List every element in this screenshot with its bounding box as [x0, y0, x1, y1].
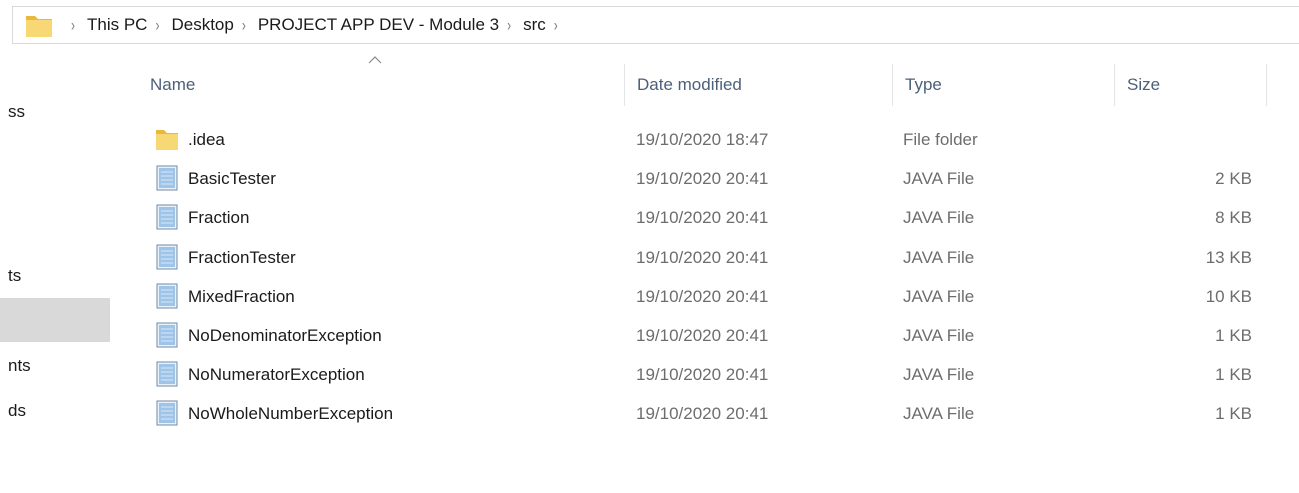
- file-date-modified: 19/10/2020 20:41: [636, 247, 769, 267]
- column-header-name[interactable]: Name: [138, 64, 625, 106]
- java-file-icon: [154, 283, 180, 309]
- file-date-modified: 19/10/2020 20:41: [636, 404, 769, 424]
- file-name: NoWholeNumberException: [188, 404, 394, 424]
- column-header-type[interactable]: Type: [893, 64, 1115, 106]
- file-row[interactable]: NoNumeratorException 19/10/2020 20:41 JAVA…: [118, 355, 1299, 394]
- file-row[interactable]: .idea 19/10/2020 18:47 File folder: [118, 120, 1299, 159]
- folder-icon: [25, 12, 53, 38]
- file-row[interactable]: MixedFraction 19/10/2020 20:41 JAVA File 10…: [118, 277, 1299, 316]
- file-type: JAVA File: [903, 247, 975, 267]
- file-size: 10 KB: [1205, 286, 1252, 306]
- file-type: JAVA File: [903, 404, 975, 424]
- chevron-right-icon[interactable]: ›: [155, 15, 159, 35]
- file-date-modified: 19/10/2020 20:41: [636, 286, 769, 306]
- file-explorer-window: › This PC › Desktop › PROJECT APP DEV - …: [0, 0, 1299, 493]
- file-row[interactable]: BasicTester 19/10/2020 20:41 JAVA File 2 KB: [118, 159, 1299, 198]
- nav-item[interactable]: nts: [0, 346, 110, 386]
- nav-item[interactable]: ss: [0, 92, 110, 132]
- breadcrumb-project-folder[interactable]: PROJECT APP DEV - Module 3: [258, 15, 499, 35]
- sort-ascending-icon: [368, 52, 382, 64]
- file-name: Fraction: [188, 208, 250, 228]
- file-size: 1 KB: [1215, 365, 1252, 385]
- address-bar[interactable]: › This PC › Desktop › PROJECT APP DEV - …: [12, 6, 1299, 44]
- file-date-modified: 19/10/2020 20:41: [636, 365, 769, 385]
- column-header-row: Name Date modified Type Size: [118, 64, 1299, 106]
- file-row[interactable]: Fraction 19/10/2020 20:41 JAVA File 8 KB: [118, 198, 1299, 237]
- column-header-date-modified[interactable]: Date modified: [625, 64, 893, 106]
- nav-item[interactable]: ts: [0, 256, 110, 296]
- file-date-modified: 19/10/2020 20:41: [636, 169, 769, 189]
- file-row[interactable]: NoWholeNumberException 19/10/2020 20:41 JA…: [118, 394, 1299, 433]
- java-file-icon: [154, 204, 180, 230]
- file-size: 1 KB: [1215, 404, 1252, 424]
- file-name: .idea: [188, 130, 225, 149]
- breadcrumb-src[interactable]: src: [523, 15, 546, 35]
- breadcrumb-this-pc[interactable]: This PC: [87, 15, 147, 35]
- file-date-modified: 19/10/2020 20:41: [636, 208, 769, 228]
- file-size: 8 KB: [1215, 208, 1252, 228]
- chevron-right-icon[interactable]: ›: [507, 15, 511, 35]
- file-name: FractionTester: [188, 247, 296, 267]
- java-file-icon: [154, 361, 180, 387]
- column-header-size[interactable]: Size: [1115, 64, 1267, 106]
- file-name: NoDenominatorException: [188, 326, 382, 345]
- file-size: 2 KB: [1215, 169, 1252, 189]
- folder-icon: [154, 126, 180, 152]
- file-type: JAVA File: [903, 286, 975, 306]
- file-list: Name Date modified Type Size .idea 19/10/…: [118, 44, 1299, 493]
- chevron-right-icon[interactable]: ›: [242, 15, 246, 35]
- file-type: JAVA File: [903, 326, 975, 345]
- file-name: NoNumeratorException: [188, 365, 365, 385]
- chevron-right-icon[interactable]: ›: [554, 15, 558, 35]
- file-type: JAVA File: [903, 208, 975, 228]
- chevron-right-icon[interactable]: ›: [71, 15, 75, 35]
- file-type: JAVA File: [903, 365, 975, 385]
- file-date-modified: 19/10/2020 18:47: [636, 130, 769, 149]
- file-type: JAVA File: [903, 169, 975, 189]
- java-file-icon: [154, 400, 180, 426]
- java-file-icon: [154, 244, 180, 270]
- file-size: 13 KB: [1205, 247, 1252, 267]
- file-name: BasicTester: [188, 169, 276, 189]
- nav-item-selected[interactable]: [0, 298, 110, 342]
- file-type: File folder: [903, 130, 978, 149]
- file-size: [1118, 120, 1252, 159]
- navigation-pane: ss ts nts ds: [0, 44, 118, 493]
- nav-item[interactable]: ds: [0, 391, 110, 431]
- breadcrumb-desktop[interactable]: Desktop: [171, 15, 233, 35]
- file-row[interactable]: FractionTester 19/10/2020 20:41 JAVA File 1…: [118, 238, 1299, 277]
- java-file-icon: [154, 322, 180, 348]
- file-row[interactable]: NoDenominatorException 19/10/2020 20:41 JA…: [118, 316, 1299, 355]
- file-size: 1 KB: [1215, 326, 1252, 345]
- file-date-modified: 19/10/2020 20:41: [636, 326, 769, 345]
- java-file-icon: [154, 165, 180, 191]
- file-name: MixedFraction: [188, 286, 295, 306]
